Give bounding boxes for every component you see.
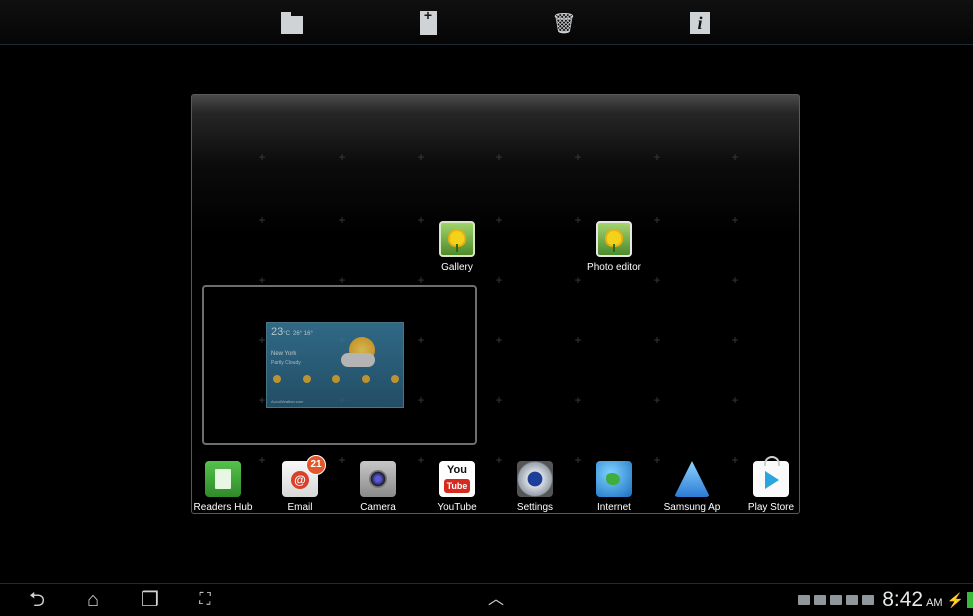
weather-footer: AccuWeather.com bbox=[271, 399, 304, 404]
weather-widget[interactable]: 23°C 26° 16° New York Partly Cloudy Accu… bbox=[266, 322, 404, 408]
grid-marker: + bbox=[653, 393, 661, 407]
clock-time: 8:42 bbox=[882, 588, 924, 611]
dock-app-label: Email bbox=[287, 502, 313, 513]
cloud-icon bbox=[341, 353, 375, 367]
back-icon[interactable]: ⮌ bbox=[22, 588, 52, 612]
dock-app-settings[interactable]: Settings bbox=[496, 461, 574, 513]
dock-app-camera[interactable]: Camera bbox=[339, 461, 417, 513]
edit-toolbar: 🗑 i bbox=[0, 0, 973, 45]
dock-app-label: Camera bbox=[360, 502, 396, 513]
weather-condition: Partly Cloudy bbox=[271, 360, 301, 366]
grid-marker: + bbox=[653, 150, 661, 164]
grid-marker: + bbox=[417, 273, 425, 287]
internet-icon bbox=[596, 461, 632, 497]
grid-marker: + bbox=[731, 393, 739, 407]
grid-marker: + bbox=[574, 333, 582, 347]
grid-marker: + bbox=[574, 273, 582, 287]
dock-app-label: Readers Hub bbox=[193, 502, 253, 513]
gallery-notification-icon bbox=[798, 595, 811, 605]
youtube-icon: You Tube bbox=[439, 461, 475, 497]
email-icon: @ 21 bbox=[282, 455, 326, 497]
dock-app-label: Play Store bbox=[747, 502, 795, 513]
battery-icon bbox=[967, 592, 973, 608]
recent-apps-icon[interactable]: ❒ bbox=[135, 588, 165, 612]
home-icon[interactable]: ⌂ bbox=[78, 588, 108, 612]
dock-app-label: Samsung Ap bbox=[663, 502, 721, 513]
grid-marker: + bbox=[495, 150, 503, 164]
grid-marker: + bbox=[417, 150, 425, 164]
dock-app-label: Settings bbox=[516, 502, 554, 513]
gallery-label: Gallery bbox=[441, 262, 473, 273]
email-notification-icon bbox=[862, 595, 875, 605]
dock-app-email[interactable]: @ 21 Email bbox=[261, 455, 339, 513]
forecast-row bbox=[273, 375, 399, 383]
home-screen-preview[interactable]: + + + + + + + + + + + + + + + + + + + + + + + + + + + + + + + + + + + + + + + +… bbox=[191, 94, 800, 514]
dock-app-readers-hub[interactable]: Readers Hub bbox=[192, 461, 262, 513]
grid-marker: + bbox=[258, 213, 266, 227]
clock-ampm: AM bbox=[926, 597, 943, 609]
grid-marker: + bbox=[653, 333, 661, 347]
system-navbar: ⮌ ⌂ ❒ ⛶ ︿ 8:42 AM ⚡ bbox=[0, 583, 973, 616]
grid-marker: + bbox=[258, 150, 266, 164]
dock-app-internet[interactable]: Internet bbox=[575, 461, 653, 513]
dock-app-samsung-apps[interactable]: Samsung Ap bbox=[653, 461, 731, 513]
screenshot-icon[interactable]: ⛶ bbox=[190, 588, 220, 612]
photo-editor-app[interactable]: Photo editor bbox=[575, 221, 653, 273]
samsung-apps-icon bbox=[674, 461, 710, 497]
grid-marker: + bbox=[338, 150, 346, 164]
photo-editor-icon bbox=[596, 221, 632, 257]
add-page-icon[interactable] bbox=[414, 7, 442, 37]
dock-app-label: YouTube bbox=[437, 502, 477, 513]
sync-notification-icon bbox=[814, 595, 827, 605]
grid-marker: + bbox=[338, 273, 346, 287]
settings-icon bbox=[517, 461, 553, 497]
grid-marker: + bbox=[653, 273, 661, 287]
grid-marker: + bbox=[258, 273, 266, 287]
photo-editor-label: Photo editor bbox=[587, 262, 641, 273]
play-store-icon bbox=[753, 456, 789, 497]
calendar-notification-icon bbox=[846, 595, 859, 605]
dock-app-label: Internet bbox=[597, 502, 631, 513]
info-icon[interactable]: i bbox=[686, 9, 714, 37]
grid-marker: + bbox=[574, 393, 582, 407]
weather-temp: 23°C 26° 16° bbox=[271, 326, 313, 338]
image-notification-icon bbox=[830, 595, 843, 605]
grid-marker: + bbox=[731, 150, 739, 164]
grid-marker: + bbox=[495, 333, 503, 347]
grid-marker: + bbox=[731, 213, 739, 227]
gallery-app[interactable]: Gallery bbox=[418, 221, 496, 273]
weather-city: New York bbox=[271, 351, 297, 357]
wifi-icon: ⚡ bbox=[946, 591, 964, 608]
dock-app-play-store[interactable]: Play Store bbox=[732, 456, 799, 513]
grid-marker: + bbox=[653, 213, 661, 227]
unread-badge: 21 bbox=[306, 455, 326, 475]
folder-icon[interactable] bbox=[278, 9, 306, 37]
grid-marker: + bbox=[731, 333, 739, 347]
grid-marker: + bbox=[574, 150, 582, 164]
readers-hub-icon bbox=[205, 461, 241, 497]
trash-icon[interactable]: 🗑 bbox=[550, 9, 578, 37]
app-tray-up-icon[interactable]: ︿ bbox=[481, 588, 511, 612]
grid-marker: + bbox=[338, 213, 346, 227]
grid-marker: + bbox=[731, 273, 739, 287]
dock-app-youtube[interactable]: You Tube YouTube bbox=[418, 461, 496, 513]
camera-icon bbox=[360, 461, 396, 497]
grid-marker: + bbox=[495, 273, 503, 287]
grid-marker: + bbox=[495, 393, 503, 407]
status-area[interactable]: 8:42 AM ⚡ bbox=[798, 584, 973, 616]
gallery-icon bbox=[439, 221, 475, 257]
